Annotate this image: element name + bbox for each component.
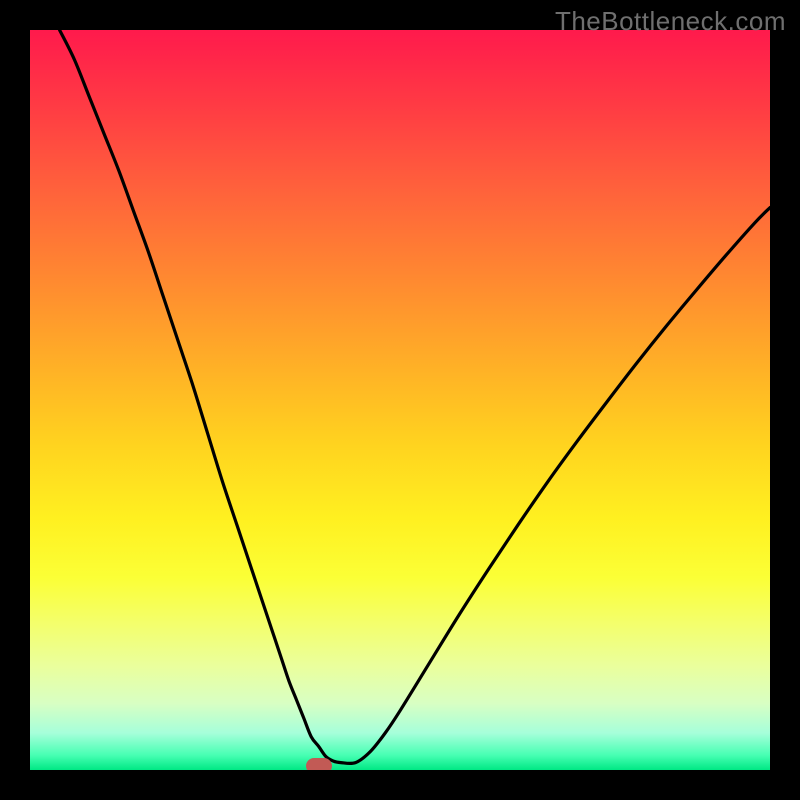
chart-frame: TheBottleneck.com [0,0,800,800]
curve-svg [30,30,770,770]
watermark-text: TheBottleneck.com [555,6,786,37]
optimal-point-marker [306,758,332,770]
bottleneck-curve [60,30,770,763]
plot-area [30,30,770,770]
